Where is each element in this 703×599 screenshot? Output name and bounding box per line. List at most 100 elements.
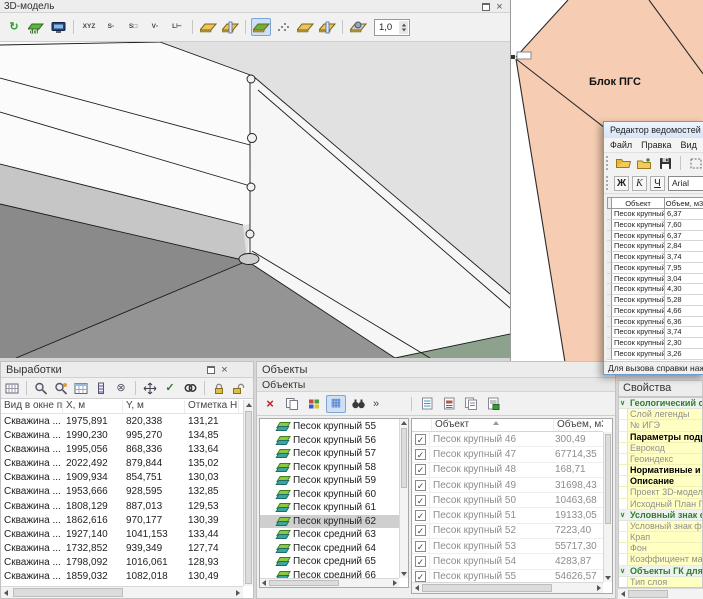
table-row[interactable]: ✓Песок крупный 5010463,68 [412, 493, 603, 508]
underline-button[interactable]: Ч [650, 176, 665, 191]
table-row[interactable]: ✓Песок крупный 4931698,43 [412, 478, 603, 493]
table-row[interactable]: ✓Песок крупный 4767714,35 [412, 447, 603, 462]
horizontal-scrollbar[interactable] [260, 578, 399, 587]
column-header[interactable]: Объем, м3 [665, 197, 703, 209]
property-row[interactable]: Проект 3D-модель [619, 487, 702, 498]
table-row[interactable]: ✓Песок крупный 5554626,57 [412, 570, 603, 582]
table-view-icon[interactable] [72, 380, 90, 396]
zoom-settings-icon[interactable] [52, 380, 70, 396]
layer-section-icon[interactable] [220, 18, 240, 36]
table-row[interactable]: ✓Песок крупный 5355717,30 [412, 539, 603, 554]
property-row[interactable]: № ИГЭ [619, 420, 702, 431]
table-row[interactable]: Скважина ...1927,1401041,153133,44 [1, 527, 243, 541]
remove-point-icon[interactable]: ⊗ [112, 380, 130, 396]
close-panel-button[interactable] [495, 2, 504, 12]
column-header[interactable]: Объем, м3 [554, 419, 603, 431]
table-row[interactable]: ✓Песок крупный 48168,71 [412, 463, 603, 478]
menu-edit[interactable]: Правка [641, 140, 671, 150]
delete-object-icon[interactable]: × [260, 395, 280, 413]
row-checkbox[interactable]: ✓ [415, 464, 426, 475]
object-list-item[interactable]: Песок крупный 60 [260, 488, 399, 502]
menu-view[interactable]: Вид [681, 140, 697, 150]
open-file-icon[interactable] [614, 155, 632, 172]
object-list-item[interactable]: Песок средний 65 [260, 555, 399, 569]
link-icon[interactable] [181, 380, 199, 396]
unlock-icon[interactable] [230, 380, 248, 396]
table-row[interactable]: ✓Песок крупный 46300,49 [412, 432, 603, 447]
row-checkbox[interactable]: ✓ [415, 510, 426, 521]
save-icon[interactable] [656, 155, 674, 172]
refresh-icon[interactable]: ↻ [4, 18, 24, 36]
object-list-item[interactable]: Песок крупный 61 [260, 501, 399, 515]
xyz-coords-icon[interactable]: XYZ [79, 18, 99, 36]
zoom-to-selected-icon[interactable] [32, 380, 50, 396]
column-header[interactable]: Объект [432, 419, 554, 431]
table-row[interactable]: Скважина ...1995,056868,336133,64 [1, 442, 243, 456]
table-row[interactable]: ✓Песок крупный 527223,40 [412, 524, 603, 539]
object-list-item[interactable]: Песок средний 64 [260, 542, 399, 556]
font-family-select[interactable]: Arial [668, 176, 703, 191]
table-row[interactable]: Песок крупный 27,95 [607, 263, 703, 274]
table-mode-icon[interactable]: ▦ [326, 395, 346, 413]
menu-file[interactable]: Файл [610, 140, 632, 150]
report-bank-icon[interactable] [439, 395, 459, 413]
table-row[interactable]: Песок крупный 23,74 [607, 327, 703, 338]
table-row[interactable]: Песок крупный 24,66 [607, 306, 703, 317]
dxf-export-icon[interactable]: dxf [26, 18, 46, 36]
v-volume-icon[interactable]: V▫ [145, 18, 165, 36]
property-row[interactable]: Слой легенды [619, 409, 702, 420]
table-row[interactable]: Скважина ...1732,852939,349127,74 [1, 541, 243, 555]
row-checkbox[interactable]: ✓ [415, 556, 426, 567]
search-binoculars-icon[interactable] [348, 395, 368, 413]
property-row[interactable]: Фон [619, 543, 702, 554]
horizontal-scrollbar[interactable] [618, 588, 703, 599]
monitor-icon[interactable] [48, 18, 68, 36]
row-checkbox[interactable]: ✓ [415, 495, 426, 506]
vertical-scrollbar[interactable] [399, 419, 408, 578]
property-row[interactable]: Описание [619, 476, 702, 487]
column-header[interactable]: Y, м [123, 400, 185, 413]
table-row[interactable]: Песок крупный 23,74 [607, 252, 703, 263]
object-list-item[interactable]: Песок крупный 55 [260, 420, 399, 434]
object-list-item[interactable]: Песок средний 63 [260, 528, 399, 542]
s-plan-icon[interactable]: S▫ [101, 18, 121, 36]
l-length-icon[interactable]: L⊢ [167, 18, 187, 36]
property-row[interactable]: Крап [619, 532, 702, 543]
column-header[interactable] [412, 419, 432, 431]
new-from-template-icon[interactable] [635, 155, 653, 172]
vertical-scrollbar[interactable] [603, 432, 612, 582]
object-list-item[interactable]: Песок крупный 56 [260, 434, 399, 448]
column-header[interactable]: Объект [612, 197, 665, 209]
property-row[interactable]: Условный знак ф [619, 521, 702, 532]
row-checkbox[interactable]: ✓ [415, 449, 426, 460]
property-row[interactable]: Параметры подроб [619, 432, 702, 443]
column-header[interactable]: Вид в окне плана [1, 400, 63, 413]
column-header[interactable]: Отметка H, м [185, 400, 239, 413]
toolbar-grip[interactable] [606, 156, 610, 170]
italic-button[interactable]: К [632, 176, 647, 191]
object-list-item[interactable]: Песок крупный 58 [260, 461, 399, 475]
row-checkbox[interactable]: ✓ [415, 571, 426, 582]
property-row[interactable]: Исходный План Ге [619, 499, 702, 510]
3d-viewport[interactable] [0, 42, 510, 358]
horizontal-scrollbar[interactable] [1, 586, 243, 598]
property-row[interactable]: Еврокод [619, 443, 702, 454]
borehole-table-icon[interactable] [3, 380, 21, 396]
table-row[interactable]: Песок крупный 27,60 [607, 220, 703, 231]
layer-sphere-icon[interactable] [348, 18, 368, 36]
float-panel-button[interactable] [482, 3, 490, 11]
row-checkbox[interactable]: ✓ [415, 480, 426, 491]
layer-surface-icon[interactable] [251, 18, 271, 36]
points-cloud-icon[interactable] [273, 18, 293, 36]
table-row[interactable]: Песок крупный 23,04 [607, 274, 703, 285]
layer-top-icon[interactable] [295, 18, 315, 36]
row-checkbox[interactable]: ✓ [415, 525, 426, 536]
table-row[interactable]: ✓Песок крупный 5119133,05 [412, 508, 603, 523]
table-row[interactable]: ✓Песок крупный 544283,87 [412, 554, 603, 569]
s-area-icon[interactable]: S□ [123, 18, 143, 36]
row-checkbox[interactable]: ✓ [415, 541, 426, 552]
object-list-item[interactable]: Песок крупный 62 [260, 515, 399, 529]
report-export-icon[interactable] [483, 395, 503, 413]
property-group[interactable]: ∨Геологический сло [619, 398, 702, 409]
lock-icon[interactable] [210, 380, 228, 396]
